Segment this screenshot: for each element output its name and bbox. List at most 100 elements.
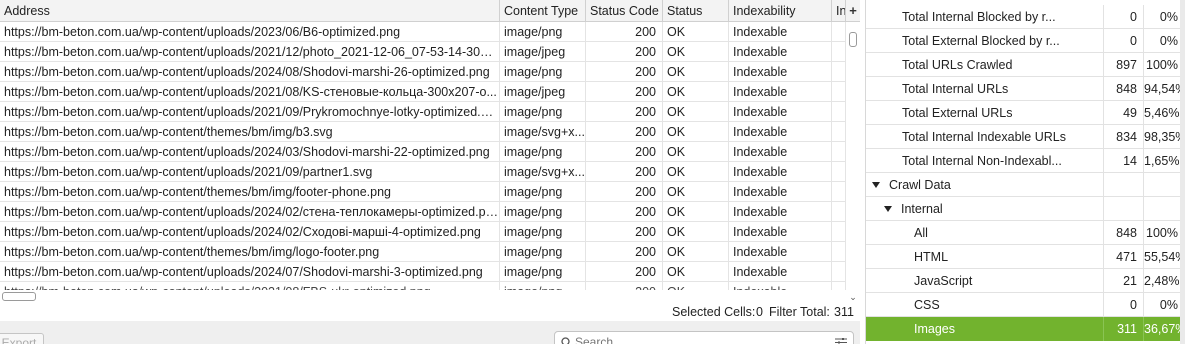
- table-row[interactable]: https://bm-beton.com.ua/wp-content/uploa…: [0, 222, 846, 242]
- vertical-scroll-thumb[interactable]: [849, 32, 857, 47]
- cell-indexability[interactable]: Indexable: [729, 42, 832, 62]
- cell-status-code[interactable]: 200: [586, 102, 663, 122]
- cell-status[interactable]: OK: [663, 222, 729, 242]
- overview-row[interactable]: Total Internal Indexable URLs 834 98,35%: [866, 125, 1185, 149]
- column-header-indexability-status[interactable]: Inc: [832, 0, 846, 22]
- cell-status[interactable]: OK: [663, 162, 729, 182]
- cell-content-type[interactable]: image/svg+x...: [500, 162, 586, 182]
- add-column-plus-icon[interactable]: +: [846, 0, 860, 22]
- cell-status[interactable]: OK: [663, 62, 729, 82]
- table-row[interactable]: https://bm-beton.com.ua/wp-content/uploa…: [0, 162, 846, 182]
- cell-content-type[interactable]: image/png: [500, 282, 586, 290]
- cell-address[interactable]: https://bm-beton.com.ua/wp-content/uploa…: [0, 262, 500, 282]
- table-row[interactable]: https://bm-beton.com.ua/wp-content/theme…: [0, 182, 846, 202]
- cell-status[interactable]: OK: [663, 202, 729, 222]
- table-row[interactable]: https://bm-beton.com.ua/wp-content/theme…: [0, 122, 846, 142]
- table-row[interactable]: https://bm-beton.com.ua/wp-content/uploa…: [0, 262, 846, 282]
- cell-status-code[interactable]: 200: [586, 282, 663, 290]
- cell-status[interactable]: OK: [663, 242, 729, 262]
- cell-address[interactable]: https://bm-beton.com.ua/wp-content/uploa…: [0, 102, 500, 122]
- cell-indexability[interactable]: Indexable: [729, 22, 832, 42]
- cell-status-code[interactable]: 200: [586, 142, 663, 162]
- cell-indexability[interactable]: Indexable: [729, 82, 832, 102]
- expand-triangle-icon[interactable]: [884, 206, 892, 212]
- cell-status-code[interactable]: 200: [586, 22, 663, 42]
- table-row[interactable]: https://bm-beton.com.ua/wp-content/uploa…: [0, 62, 846, 82]
- overview-row[interactable]: Total Internal URLs 848 94,54%: [866, 77, 1185, 101]
- cell-address[interactable]: https://bm-beton.com.ua/wp-content/uploa…: [0, 282, 500, 290]
- cell-address[interactable]: https://bm-beton.com.ua/wp-content/uploa…: [0, 222, 500, 242]
- cell-status[interactable]: OK: [663, 82, 729, 102]
- expand-triangle-icon[interactable]: [872, 182, 880, 188]
- column-header-indexability[interactable]: Indexability: [729, 0, 832, 22]
- cell-indexability[interactable]: Indexable: [729, 162, 832, 182]
- cell-status[interactable]: OK: [663, 122, 729, 142]
- cell-content-type[interactable]: image/png: [500, 22, 586, 42]
- cell-address[interactable]: https://bm-beton.com.ua/wp-content/theme…: [0, 182, 500, 202]
- cell-address[interactable]: https://bm-beton.com.ua/wp-content/uploa…: [0, 202, 500, 222]
- cell-content-type[interactable]: image/png: [500, 262, 586, 282]
- cell-indexability[interactable]: Indexable: [729, 202, 832, 222]
- column-header-address[interactable]: Address: [0, 0, 500, 22]
- cell-status-code[interactable]: 200: [586, 42, 663, 62]
- table-row[interactable]: https://bm-beton.com.ua/wp-content/uploa…: [0, 282, 846, 290]
- cell-status[interactable]: OK: [663, 102, 729, 122]
- vertical-scrollbar[interactable]: [846, 22, 860, 290]
- overview-row[interactable]: Images 311 36,67%: [866, 317, 1185, 341]
- overview-row[interactable]: Total Internal Blocked by r... 0 0%: [866, 5, 1185, 29]
- overview-row[interactable]: HTML 471 55,54%: [866, 245, 1185, 269]
- cell-content-type[interactable]: image/svg+x...: [500, 122, 586, 142]
- overview-scrollbar[interactable]: [1180, 0, 1185, 344]
- table-row[interactable]: https://bm-beton.com.ua/wp-content/theme…: [0, 242, 846, 262]
- export-button[interactable]: Export: [0, 333, 44, 344]
- cell-content-type[interactable]: image/jpeg: [500, 82, 586, 102]
- overview-row[interactable]: JavaScript 21 2,48%: [866, 269, 1185, 293]
- cell-status-code[interactable]: 200: [586, 202, 663, 222]
- scroll-down-chevron-icon[interactable]: ⌄: [846, 290, 860, 304]
- overview-row[interactable]: Total URLs Crawled 897 100%: [866, 53, 1185, 77]
- table-row[interactable]: https://bm-beton.com.ua/wp-content/uploa…: [0, 82, 846, 102]
- cell-status[interactable]: OK: [663, 182, 729, 202]
- cell-address[interactable]: https://bm-beton.com.ua/wp-content/theme…: [0, 242, 500, 262]
- cell-content-type[interactable]: image/png: [500, 102, 586, 122]
- cell-status-code[interactable]: 200: [586, 222, 663, 242]
- cell-status[interactable]: OK: [663, 142, 729, 162]
- cell-address[interactable]: https://bm-beton.com.ua/wp-content/uploa…: [0, 162, 500, 182]
- cell-address[interactable]: https://bm-beton.com.ua/wp-content/theme…: [0, 122, 500, 142]
- column-header-status[interactable]: Status: [663, 0, 729, 22]
- cell-status-code[interactable]: 200: [586, 242, 663, 262]
- cell-indexability[interactable]: Indexable: [729, 222, 832, 242]
- horizontal-scroll-thumb[interactable]: [2, 292, 36, 301]
- column-header-content-type[interactable]: Content Type: [500, 0, 586, 22]
- cell-indexability[interactable]: Indexable: [729, 142, 832, 162]
- table-row[interactable]: https://bm-beton.com.ua/wp-content/uploa…: [0, 102, 846, 122]
- search-input[interactable]: [575, 335, 815, 344]
- cell-address[interactable]: https://bm-beton.com.ua/wp-content/uploa…: [0, 62, 500, 82]
- overview-row[interactable]: Total External URLs 49 5,46%: [866, 101, 1185, 125]
- cell-content-type[interactable]: image/png: [500, 242, 586, 262]
- cell-status-code[interactable]: 200: [586, 82, 663, 102]
- table-row[interactable]: https://bm-beton.com.ua/wp-content/uploa…: [0, 42, 846, 62]
- cell-content-type[interactable]: image/png: [500, 202, 586, 222]
- cell-status[interactable]: OK: [663, 42, 729, 62]
- overview-row[interactable]: CSS 0 0%: [866, 293, 1185, 317]
- cell-status-code[interactable]: 200: [586, 62, 663, 82]
- cell-indexability[interactable]: Indexable: [729, 122, 832, 142]
- cell-indexability[interactable]: Indexable: [729, 242, 832, 262]
- horizontal-scrollbar[interactable]: [0, 290, 846, 304]
- overview-row[interactable]: All 848 100%: [866, 221, 1185, 245]
- cell-status-code[interactable]: 200: [586, 122, 663, 142]
- cell-content-type[interactable]: image/png: [500, 62, 586, 82]
- cell-address[interactable]: https://bm-beton.com.ua/wp-content/uploa…: [0, 82, 500, 102]
- overview-row[interactable]: Total Internal Non-Indexabl... 14 1,65%: [866, 149, 1185, 173]
- overview-row[interactable]: Total External Blocked by r... 0 0%: [866, 29, 1185, 53]
- overview-row[interactable]: Crawl Data: [866, 173, 1185, 197]
- cell-address[interactable]: https://bm-beton.com.ua/wp-content/uploa…: [0, 142, 500, 162]
- cell-status[interactable]: OK: [663, 262, 729, 282]
- cell-content-type[interactable]: image/png: [500, 142, 586, 162]
- filter-sliders-icon[interactable]: [835, 338, 847, 344]
- cell-address[interactable]: https://bm-beton.com.ua/wp-content/uploa…: [0, 22, 500, 42]
- cell-status-code[interactable]: 200: [586, 162, 663, 182]
- cell-content-type[interactable]: image/png: [500, 222, 586, 242]
- cell-indexability[interactable]: Indexable: [729, 102, 832, 122]
